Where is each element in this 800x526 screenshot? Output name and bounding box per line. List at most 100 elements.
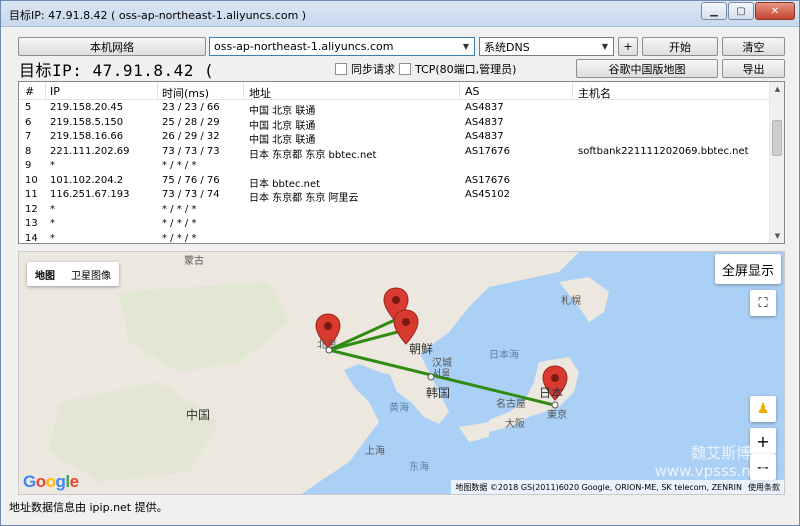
table-cell: AS4837 [465,131,504,142]
table-scrollbar[interactable]: ▲ ▼ [769,82,784,243]
table-row[interactable]: 7 219.158.16.66 26 / 29 / 32 中国 北京 联通 AS4837 [19,130,771,146]
host-input[interactable]: oss-ap-northeast-1.aliyuncs.com ▼ [209,37,475,56]
table-row[interactable]: 14 * * / * / * [19,232,771,244]
label-sapporo: 札幌 [561,296,581,307]
scroll-down-icon[interactable]: ▼ [770,229,784,243]
window-controls: ▁ ▢ ✕ [701,2,795,20]
table-cell: * [50,203,55,215]
start-button[interactable]: 开始 [642,37,718,56]
column-header[interactable]: AS [465,85,480,98]
table-row[interactable]: 6 219.158.5.150 25 / 28 / 29 中国 北京 联通 AS4837 [19,116,771,132]
route-map[interactable]: 地图 卫星图像 全屏显示 ⛶ ♟ + − 蒙古 中国 朝鲜 汉城 서울 韩国 日… [18,251,785,495]
table-cell: AS17676 [465,145,510,157]
export-button[interactable]: 导出 [722,59,785,78]
tcp-mode-label: TCP(80端口,管理员) [415,63,517,76]
column-header[interactable]: 时间(ms) [162,85,209,101]
close-button[interactable]: ✕ [755,2,795,20]
table-cell: * [50,160,55,171]
table-cell: 219.158.16.66 [50,131,124,142]
label-mongolia: 蒙古 [184,256,204,267]
label-shanghai: 上海 [365,446,385,457]
label-seoul-ko: 서울 [432,369,451,380]
table-row[interactable]: 10 101.102.204.2 75 / 76 / 76 日本 bbtec.net A… [19,174,771,190]
maximize-button[interactable]: ▢ [728,2,754,20]
table-cell: 73 / 73 / 74 [162,189,220,200]
google-china-map-button[interactable]: 谷歌中国版地图 [576,59,718,78]
table-cell: 25 / 28 / 29 [162,116,220,128]
table-cell: 12 [25,203,38,215]
table-row[interactable]: 5 219.158.20.45 23 / 23 / 66 中国 北京 联通 AS4837 [19,101,771,117]
label-east-china-sea: 东海 [409,462,429,473]
table-cell: 101.102.204.2 [50,174,124,186]
table-cell: * / * / * [162,218,197,229]
table-row[interactable]: 13 * * / * / * [19,217,771,231]
table-cell: 219.158.20.45 [50,102,124,113]
terms-link[interactable]: 使用条款 [748,482,780,493]
table-row[interactable]: 11 116.251.67.193 73 / 73 / 74 日本 东京都 东京 阿里… [19,188,771,204]
table-cell: 219.158.5.150 [50,116,124,128]
title-bar: 目标IP: 47.91.8.42 ( oss-ap-northeast-1.al… [1,1,799,27]
table-cell: 75 / 76 / 76 [162,174,220,186]
scroll-up-icon[interactable]: ▲ [770,82,784,96]
table-cell: 11 [25,189,38,200]
clear-button[interactable]: 清空 [722,37,785,56]
column-header[interactable]: IP [50,85,60,98]
table-cell: * [50,218,55,229]
watermark-line-2: www.vpsss.net [654,462,766,480]
sync-request-label: 同步请求 [351,63,395,76]
column-header[interactable]: 主机名 [578,85,611,101]
trace-table[interactable]: # IP 时间(ms) 地址 AS 主机名 5 219.158.20.45 23 /… [18,81,785,244]
tab-satellite[interactable]: 卫星图像 [63,262,119,286]
table-row[interactable]: 12 * * / * / * [19,203,771,217]
fullscreen-map-button[interactable]: 全屏显示 [715,254,781,284]
local-network-button[interactable]: 本机网络 [18,37,206,56]
table-cell: AS4837 [465,116,504,128]
tab-map[interactable]: 地图 [27,262,63,286]
label-osaka: 大阪 [505,419,525,430]
watermark: 魏艾斯博客 www.vpsss.net [655,444,766,480]
google-logo[interactable]: Google [23,472,79,492]
table-cell: 8 [25,145,32,157]
host-input-value: oss-ap-northeast-1.aliyuncs.com [214,40,394,53]
table-cell: * [50,232,55,244]
add-button[interactable]: + [618,37,638,56]
table-cell: 6 [25,116,32,128]
chevron-down-icon[interactable]: ▼ [597,38,613,55]
sync-request-checkbox[interactable]: 同步请求 [335,61,395,77]
table-cell: AS45102 [465,189,510,200]
table-cell: 221.111.202.69 [50,145,130,157]
table-cell: 73 / 73 / 73 [162,145,220,157]
minimize-button[interactable]: ▁ [701,2,727,20]
pegman-icon[interactable]: ♟ [750,396,776,422]
dns-select[interactable]: 系统DNS ▼ [479,37,614,56]
chevron-down-icon[interactable]: ▼ [458,38,474,55]
expand-icon[interactable]: ⛶ [750,290,776,316]
column-header[interactable]: 地址 [249,85,271,101]
label-china: 中国 [186,408,211,422]
label-beijing: 北京 [317,340,337,351]
checkbox-box[interactable] [399,63,411,75]
table-cell: 13 [25,218,38,229]
table-cell: 5 [25,102,32,113]
table-cell: 23 / 23 / 66 [162,102,220,113]
label-nagoya: 名古屋 [496,399,526,410]
label-sea-of-japan: 日本海 [489,350,519,361]
table-row[interactable]: 9 * * / * / * [19,159,771,173]
column-header[interactable]: # [25,85,34,98]
table-cell: 10 [25,174,38,186]
table-cell: 9 [25,160,32,171]
table-cell: 7 [25,131,32,142]
tcp-mode-checkbox[interactable]: TCP(80端口,管理员) [399,61,516,77]
scroll-thumb[interactable] [772,120,782,156]
table-cell: 26 / 29 / 32 [162,131,220,142]
table-cell: AS17676 [465,174,510,186]
dns-select-value: 系统DNS [484,40,530,54]
label-yellow-sea: 黄海 [389,403,409,414]
table-cell: AS4837 [465,102,504,113]
map-attribution: 地图数据 ©2018 GS(2011)6020 Google, ORION-ME… [451,480,784,494]
checkbox-box[interactable] [335,63,347,75]
watermark-line-1: 魏艾斯博客 [690,444,766,462]
table-header: # IP 时间(ms) 地址 AS 主机名 [19,82,771,100]
table-row[interactable]: 8 221.111.202.69 73 / 73 / 73 日本 东京都 东京 bbt… [19,145,771,161]
table-cell: softbank221111202069.bbtec.net [578,145,749,157]
